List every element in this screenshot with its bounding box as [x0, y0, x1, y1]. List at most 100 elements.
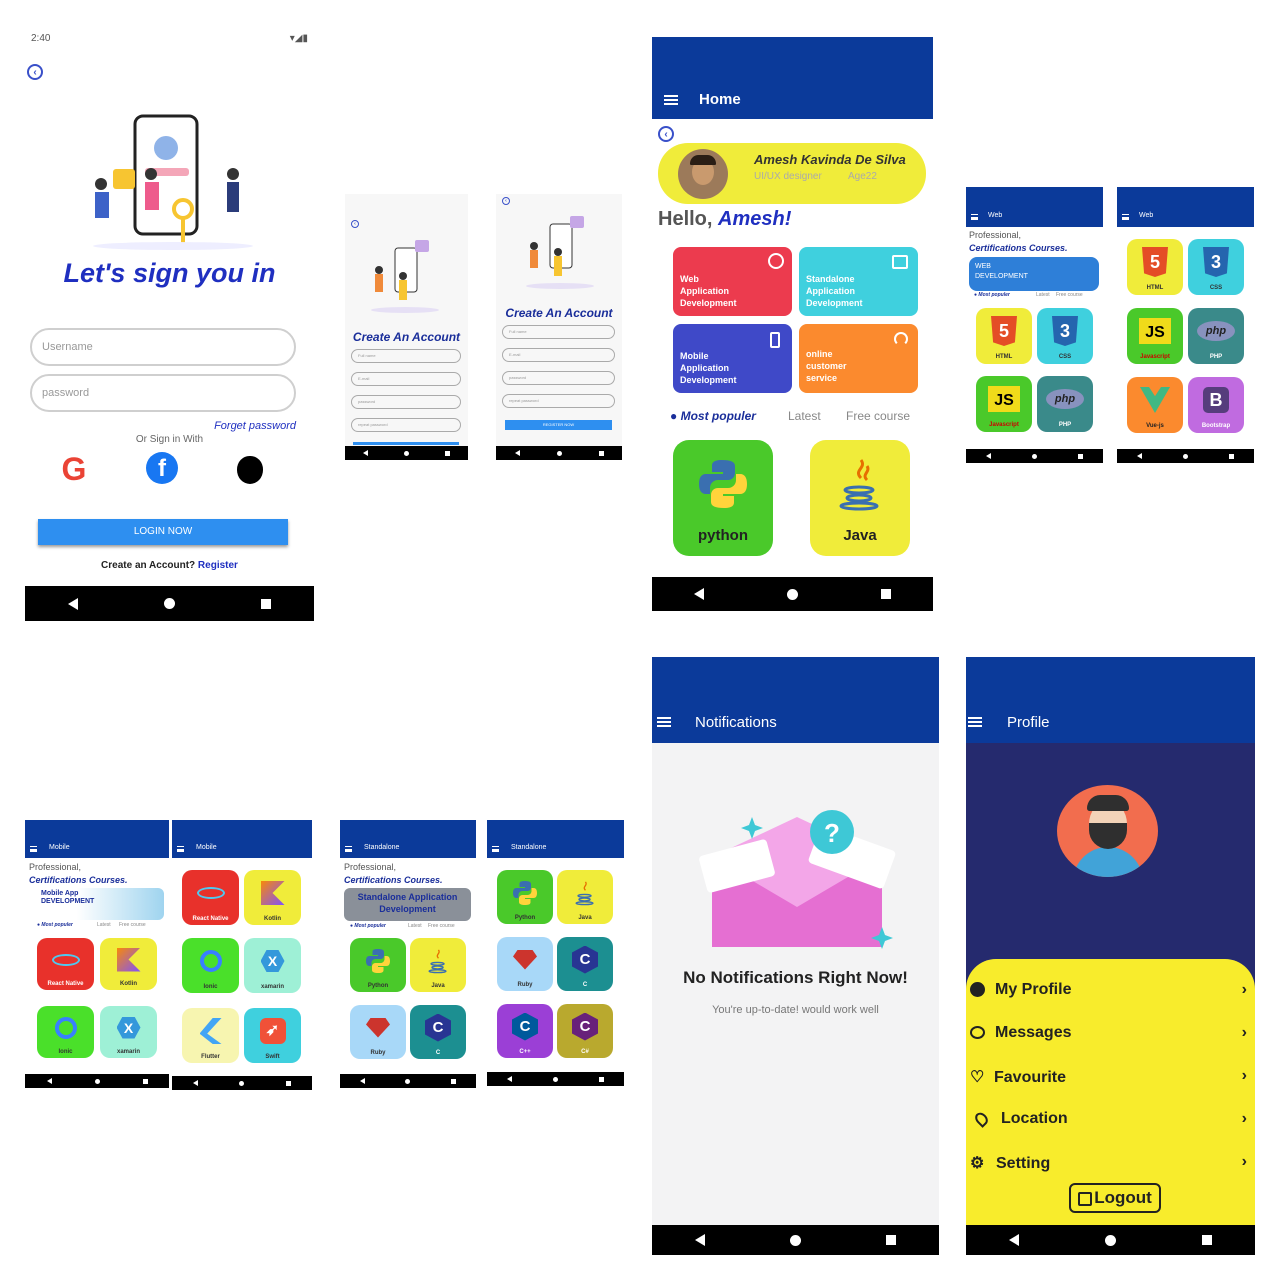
back-button[interactable]: ‹: [502, 197, 510, 205]
menu-item-location[interactable]: Location ›: [970, 1109, 1251, 1132]
field-email[interactable]: E-mail: [502, 348, 615, 362]
back-nav-icon[interactable]: [192, 1080, 198, 1086]
tile-react-native[interactable]: React Native: [182, 870, 239, 925]
back-button[interactable]: ‹: [27, 64, 43, 80]
recents-nav-icon[interactable]: [1228, 453, 1234, 459]
menu-icon[interactable]: [971, 214, 978, 220]
tile-bootstrap[interactable]: B Bootstrap: [1188, 377, 1244, 433]
register-button[interactable]: REGISTER NOW: [505, 420, 612, 430]
home-nav-icon[interactable]: [552, 1076, 558, 1082]
tile-css[interactable]: 3 CSS: [1188, 239, 1244, 295]
tile-ruby[interactable]: Ruby: [497, 937, 553, 991]
recents-nav-icon[interactable]: [886, 1235, 897, 1245]
home-nav-icon[interactable]: [405, 1078, 411, 1084]
field-password[interactable]: password: [351, 395, 461, 409]
back-nav-icon[interactable]: [693, 588, 704, 600]
home-nav-icon[interactable]: [1031, 453, 1037, 459]
recents-nav-icon[interactable]: [1077, 453, 1083, 459]
category-mobile[interactable]: Mobile Application Development: [673, 324, 792, 393]
recents-nav-icon[interactable]: [1202, 1235, 1212, 1245]
field-full-name[interactable]: Full name: [502, 325, 615, 339]
category-customer-service[interactable]: online customer service: [799, 324, 918, 393]
username-field[interactable]: Username: [30, 328, 296, 366]
tile-react-native[interactable]: React Native: [37, 938, 94, 990]
recents-nav-icon[interactable]: [142, 1078, 148, 1084]
back-button[interactable]: ‹: [658, 126, 674, 142]
tile-xamarin[interactable]: X xamarin: [244, 938, 301, 993]
password-field[interactable]: password: [30, 374, 296, 412]
menu-item-messages[interactable]: Messages ›: [970, 1024, 1251, 1046]
recents-nav-icon[interactable]: [598, 450, 604, 456]
forget-password-link[interactable]: Forget password: [214, 420, 296, 432]
category-web[interactable]: Web Application Development: [673, 247, 792, 316]
menu-icon[interactable]: [664, 95, 678, 105]
tile-javascript[interactable]: JS Javascript: [976, 376, 1032, 432]
tile-vuejs[interactable]: Vue-js: [1127, 377, 1183, 433]
back-button[interactable]: ‹: [351, 220, 359, 228]
menu-icon[interactable]: [177, 846, 184, 852]
back-nav-icon[interactable]: [514, 450, 520, 456]
home-nav-icon[interactable]: [556, 450, 562, 456]
home-nav-icon[interactable]: [786, 588, 798, 600]
home-nav-icon[interactable]: [789, 1234, 801, 1246]
register-link[interactable]: Register: [198, 560, 238, 571]
recents-nav-icon[interactable]: [881, 589, 892, 599]
menu-item-my-profile[interactable]: My Profile ›: [970, 981, 1251, 1003]
tile-ruby[interactable]: Ruby: [350, 1005, 406, 1059]
tile-swift[interactable]: ➶ Swift: [244, 1008, 301, 1063]
tile-kotlin[interactable]: Kotlin: [100, 938, 157, 990]
field-password[interactable]: password: [502, 371, 615, 385]
logout-button[interactable]: Logout: [1069, 1183, 1161, 1213]
tile-ionic[interactable]: Ionic: [182, 938, 239, 993]
tab-latest[interactable]: Latest: [408, 923, 428, 929]
tab-most-populer[interactable]: ● Most populer: [37, 922, 97, 928]
tab-free-course[interactable]: Free course: [846, 409, 910, 423]
menu-icon[interactable]: [30, 846, 37, 852]
back-nav-icon[interactable]: [360, 1078, 366, 1084]
field-full-name[interactable]: Full name: [351, 349, 461, 363]
tile-python[interactable]: Python: [350, 938, 406, 992]
menu-icon[interactable]: [968, 717, 982, 727]
profile-card[interactable]: Amesh Kavinda De Silva UI/UX designer Ag…: [658, 143, 926, 204]
menu-icon[interactable]: [492, 846, 499, 852]
field-repeat-password[interactable]: repeat password: [502, 394, 615, 408]
tile-c[interactable]: C C: [410, 1005, 466, 1059]
menu-item-favourite[interactable]: ♡ Favourite ›: [970, 1067, 1251, 1089]
google-icon[interactable]: G: [57, 452, 91, 486]
menu-icon[interactable]: [1122, 214, 1129, 220]
recents-nav-icon[interactable]: [286, 1080, 292, 1086]
home-nav-icon[interactable]: [1182, 453, 1188, 459]
tile-flutter[interactable]: Flutter: [182, 1008, 239, 1063]
recents-nav-icon[interactable]: [261, 598, 271, 609]
tab-most-populer[interactable]: ● Most populer: [350, 923, 408, 929]
tile-css[interactable]: 3 CSS: [1037, 308, 1093, 364]
back-nav-icon[interactable]: [363, 450, 368, 456]
tile-html[interactable]: 5 HTML: [1127, 239, 1183, 295]
tab-latest[interactable]: Latest: [788, 409, 846, 423]
course-python[interactable]: python: [673, 440, 773, 556]
back-nav-icon[interactable]: [68, 597, 78, 610]
back-nav-icon[interactable]: [1009, 1234, 1019, 1246]
tile-java[interactable]: Java: [410, 938, 466, 992]
tab-free-course[interactable]: Free course: [119, 922, 146, 928]
category-standalone[interactable]: Standalone Application Development: [799, 247, 918, 316]
tile-csharp[interactable]: C C#: [557, 1004, 613, 1058]
tab-latest[interactable]: Latest: [1036, 292, 1056, 298]
tile-php[interactable]: php PHP: [1188, 308, 1244, 364]
login-button[interactable]: LOGIN NOW: [38, 519, 288, 545]
tile-php[interactable]: php PHP: [1037, 376, 1093, 432]
back-nav-icon[interactable]: [46, 1078, 52, 1084]
back-nav-icon[interactable]: [507, 1076, 513, 1082]
home-nav-icon[interactable]: [94, 1078, 100, 1084]
apple-icon[interactable]: [237, 456, 263, 484]
recents-nav-icon[interactable]: [598, 1076, 604, 1082]
course-java[interactable]: Java: [810, 440, 910, 556]
recents-nav-icon[interactable]: [450, 1078, 456, 1084]
tile-javascript[interactable]: JS Javascript: [1127, 308, 1183, 364]
tile-kotlin[interactable]: Kotlin: [244, 870, 301, 925]
menu-item-setting[interactable]: ⚙ Setting ›: [970, 1153, 1251, 1175]
tile-ionic[interactable]: Ionic: [37, 1006, 94, 1058]
tab-latest[interactable]: Latest: [97, 922, 119, 928]
back-nav-icon[interactable]: [986, 453, 992, 459]
field-repeat-password[interactable]: repeat password: [351, 418, 461, 432]
